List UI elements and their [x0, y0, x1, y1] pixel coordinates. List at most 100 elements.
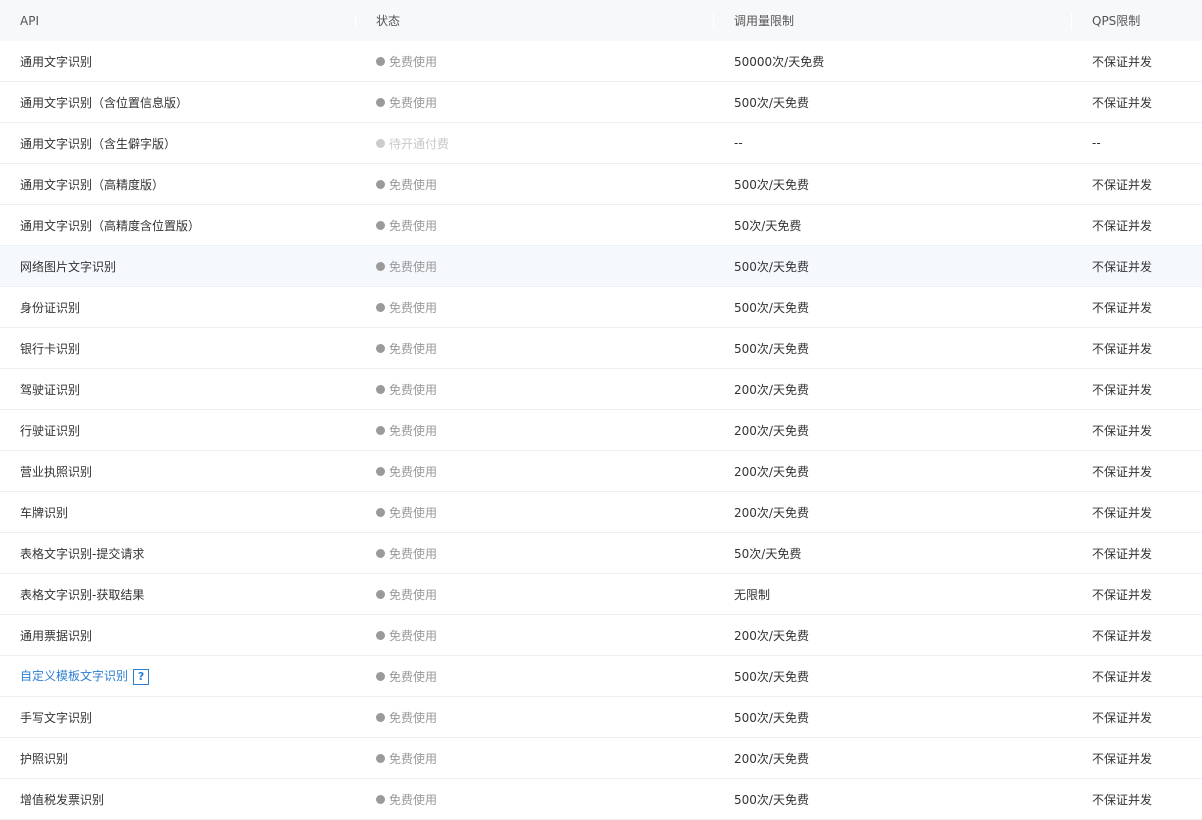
limit-cell: 200次/天免费	[734, 628, 809, 643]
status-text: 待开通付费	[389, 136, 450, 151]
status-cell: 免费使用	[356, 340, 714, 357]
status-badge: 免费使用	[376, 422, 437, 439]
status-cell: 免费使用	[356, 791, 714, 808]
api-name: 通用文字识别（高精度含位置版）	[20, 218, 201, 233]
api-name: 车牌识别	[20, 505, 69, 520]
status-text: 免费使用	[389, 341, 438, 356]
api-name: 手写文字识别	[20, 710, 93, 725]
status-badge: 免费使用	[376, 709, 437, 726]
status-badge: 免费使用	[376, 381, 437, 398]
status-dot-icon	[376, 466, 385, 476]
status-badge: 免费使用	[376, 750, 437, 767]
status-text: 免费使用	[389, 259, 438, 274]
qps-cell: 不保证并发	[1092, 54, 1153, 69]
header-status: 状态	[356, 12, 714, 29]
status-badge: 免费使用	[376, 94, 437, 111]
status-cell: 免费使用	[356, 217, 714, 234]
limit-cell: 500次/天免费	[734, 177, 809, 192]
api-name: 通用文字识别（高精度版）	[20, 177, 165, 192]
status-cell: 免费使用	[356, 422, 714, 439]
qps-cell: 不保证并发	[1092, 382, 1153, 397]
status-text: 免费使用	[389, 95, 438, 110]
api-name: 银行卡识别	[20, 341, 81, 356]
status-dot-icon	[376, 507, 385, 517]
qps-cell: 不保证并发	[1092, 546, 1153, 561]
api-cell: 自定义模板文字识别?	[0, 667, 356, 685]
qps-cell: 不保证并发	[1092, 464, 1153, 479]
status-dot-icon	[376, 630, 385, 640]
api-name: 营业执照识别	[20, 464, 93, 479]
status-dot-icon	[376, 712, 385, 722]
table-row: 行驶证识别 免费使用 200次/天免费 不保证并发	[0, 410, 1202, 451]
api-link[interactable]: 自定义模板文字识别	[20, 669, 128, 683]
qps-cell: --	[1092, 136, 1101, 150]
status-cell: 免费使用	[356, 586, 714, 603]
status-text: 免费使用	[389, 423, 438, 438]
status-text: 免费使用	[389, 382, 438, 397]
help-icon[interactable]: ?	[133, 668, 150, 685]
limit-cell: 200次/天免费	[734, 423, 809, 438]
status-text: 免费使用	[389, 218, 438, 233]
table-row: 表格文字识别-获取结果 免费使用 无限制 不保证并发	[0, 574, 1202, 615]
api-name: 驾驶证识别	[20, 382, 81, 397]
header-api: API	[0, 13, 356, 28]
api-name: 表格文字识别-获取结果	[20, 587, 145, 602]
status-cell: 免费使用	[356, 750, 714, 767]
table-row: 通用文字识别（高精度版） 免费使用 500次/天免费 不保证并发	[0, 164, 1202, 205]
qps-cell: 不保证并发	[1092, 218, 1153, 233]
table-row: 通用文字识别（含位置信息版） 免费使用 500次/天免费 不保证并发	[0, 82, 1202, 123]
table-body: 通用文字识别 免费使用 50000次/天免费 不保证并发 通用文字识别（含位置信息…	[0, 41, 1202, 820]
status-badge: 免费使用	[376, 586, 437, 603]
table-row: 银行卡识别 免费使用 500次/天免费 不保证并发	[0, 328, 1202, 369]
status-text: 免费使用	[389, 587, 438, 602]
qps-cell: 不保证并发	[1092, 792, 1153, 807]
status-badge: 免费使用	[376, 217, 437, 234]
status-dot-icon	[376, 384, 385, 394]
table-row: 通用票据识别 免费使用 200次/天免费 不保证并发	[0, 615, 1202, 656]
status-cell: 免费使用	[356, 94, 714, 111]
status-text: 免费使用	[389, 792, 438, 807]
status-cell: 免费使用	[356, 545, 714, 562]
limit-cell: 500次/天免费	[734, 300, 809, 315]
table-row: 表格文字识别-提交请求 免费使用 50次/天免费 不保证并发	[0, 533, 1202, 574]
status-text: 免费使用	[389, 505, 438, 520]
status-badge: 免费使用	[376, 258, 437, 275]
status-dot-icon	[376, 753, 385, 763]
limit-cell: --	[734, 136, 743, 150]
status-dot-icon	[376, 589, 385, 599]
status-badge: 免费使用	[376, 627, 437, 644]
status-cell: 免费使用	[356, 627, 714, 644]
status-text: 免费使用	[389, 546, 438, 561]
status-cell: 免费使用	[356, 258, 714, 275]
api-name: 通用文字识别（含生僻字版）	[20, 136, 177, 151]
table-header: API 状态 调用量限制 QPS限制	[0, 0, 1202, 41]
limit-cell: 50000次/天免费	[734, 54, 825, 69]
table-row: 护照识别 免费使用 200次/天免费 不保证并发	[0, 738, 1202, 779]
qps-cell: 不保证并发	[1092, 259, 1153, 274]
qps-cell: 不保证并发	[1092, 710, 1153, 725]
table-row: 车牌识别 免费使用 200次/天免费 不保证并发	[0, 492, 1202, 533]
limit-cell: 500次/天免费	[734, 95, 809, 110]
status-cell: 免费使用	[356, 176, 714, 193]
status-dot-icon	[376, 302, 385, 312]
status-text: 免费使用	[389, 177, 438, 192]
limit-cell: 50次/天免费	[734, 218, 802, 233]
qps-cell: 不保证并发	[1092, 95, 1153, 110]
api-name: 通用文字识别	[20, 54, 93, 69]
status-cell: 免费使用	[356, 504, 714, 521]
api-name: 增值税发票识别	[20, 792, 105, 807]
table-row: 自定义模板文字识别? 免费使用 500次/天免费 不保证并发	[0, 656, 1202, 697]
status-badge: 免费使用	[376, 668, 437, 685]
table-row: 驾驶证识别 免费使用 200次/天免费 不保证并发	[0, 369, 1202, 410]
qps-cell: 不保证并发	[1092, 751, 1153, 766]
status-text: 免费使用	[389, 300, 438, 315]
status-text: 免费使用	[389, 751, 438, 766]
status-badge: 免费使用	[376, 463, 437, 480]
header-limit: 调用量限制	[714, 12, 1072, 29]
api-name: 通用票据识别	[20, 628, 93, 643]
status-badge: 免费使用	[376, 299, 437, 316]
limit-cell: 无限制	[734, 587, 771, 602]
status-cell: 免费使用	[356, 668, 714, 685]
status-cell: 免费使用	[356, 463, 714, 480]
limit-cell: 200次/天免费	[734, 751, 809, 766]
